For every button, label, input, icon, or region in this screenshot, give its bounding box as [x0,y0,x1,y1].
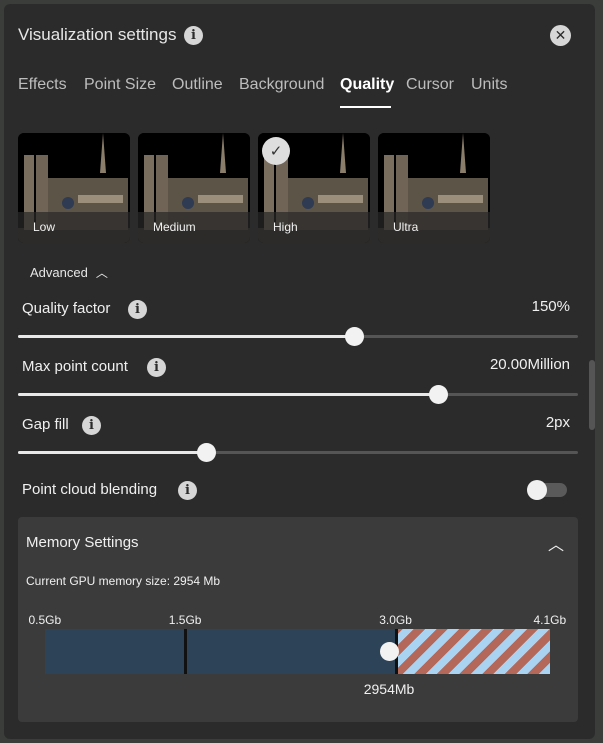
visualization-settings-panel: Visualization settings i ✕ Effects Point… [4,4,595,739]
info-icon[interactable]: i [147,358,166,377]
slider-fill [18,451,206,454]
preset-label: Low [18,212,130,243]
memory-value-label: 2954Mb [363,681,415,697]
preset-medium[interactable]: Medium [138,133,250,243]
memory-used-segment [45,629,396,674]
check-icon: ✓ [262,137,290,165]
info-icon[interactable]: i [178,481,197,500]
advanced-label: Advanced [30,265,88,280]
gap-fill-slider[interactable] [18,442,578,462]
scrollbar-thumb[interactable] [589,360,595,430]
tab-outline[interactable]: Outline [172,76,223,94]
current-gpu-memory: Current GPU memory size: 2954 Mb [26,574,221,588]
memory-divider [184,629,188,674]
info-icon[interactable]: i [128,300,147,319]
preset-label: Medium [138,212,250,243]
memory-tick-label: 4.1Gb [533,613,567,627]
memory-settings-section: Memory Settings ︿ Current GPU memory siz… [18,517,578,722]
tab-point-size[interactable]: Point Size [84,76,156,94]
preset-label: Ultra [378,212,490,243]
tab-units[interactable]: Units [471,76,507,94]
advanced-toggle[interactable]: Advanced ︿ [30,264,108,281]
max-point-count-value: 20.00Million [489,356,570,373]
slider-thumb[interactable] [345,327,364,346]
memory-tick-label: 1.5Gb [168,613,202,627]
preset-high[interactable]: ✓ High [258,133,370,243]
max-point-count-label: Max point count [22,358,128,375]
preset-label: High [258,212,370,243]
toggle-knob [527,480,547,500]
tab-quality[interactable]: Quality [340,76,394,94]
tab-effects[interactable]: Effects [18,76,67,94]
chevron-up-icon[interactable]: ︿ [548,531,564,555]
chevron-up-icon: ︿ [95,266,108,280]
point-cloud-blending-toggle[interactable] [527,480,567,500]
tab-background[interactable]: Background [239,76,324,94]
memory-exceeded-segment [395,629,550,674]
max-point-count-slider[interactable] [18,384,578,404]
memory-tick-label: 0.5Gb [28,613,62,627]
tab-cursor[interactable]: Cursor [406,76,454,94]
close-icon[interactable]: ✕ [550,25,571,46]
memory-bar[interactable] [45,629,550,674]
gap-fill-label: Gap fill [22,416,69,433]
quality-factor-slider[interactable] [18,326,578,346]
info-icon[interactable]: i [184,26,203,45]
info-icon[interactable]: i [82,416,101,435]
preset-ultra[interactable]: Ultra [378,133,490,243]
quality-factor-label: Quality factor [22,300,111,317]
slider-fill [18,393,438,396]
point-cloud-blending-label: Point cloud blending [22,481,158,498]
memory-settings-title: Memory Settings [26,534,139,551]
slider-thumb[interactable] [429,385,448,404]
quality-factor-value: 150% [531,298,570,315]
slider-thumb[interactable] [197,443,216,462]
panel-title: Visualization settings [18,25,177,44]
preset-low[interactable]: Low [18,133,130,243]
memory-tick-label: 3.0Gb [379,613,412,627]
gap-fill-value: 2px [545,414,570,431]
slider-fill [18,335,354,338]
active-tab-underline [340,106,391,108]
